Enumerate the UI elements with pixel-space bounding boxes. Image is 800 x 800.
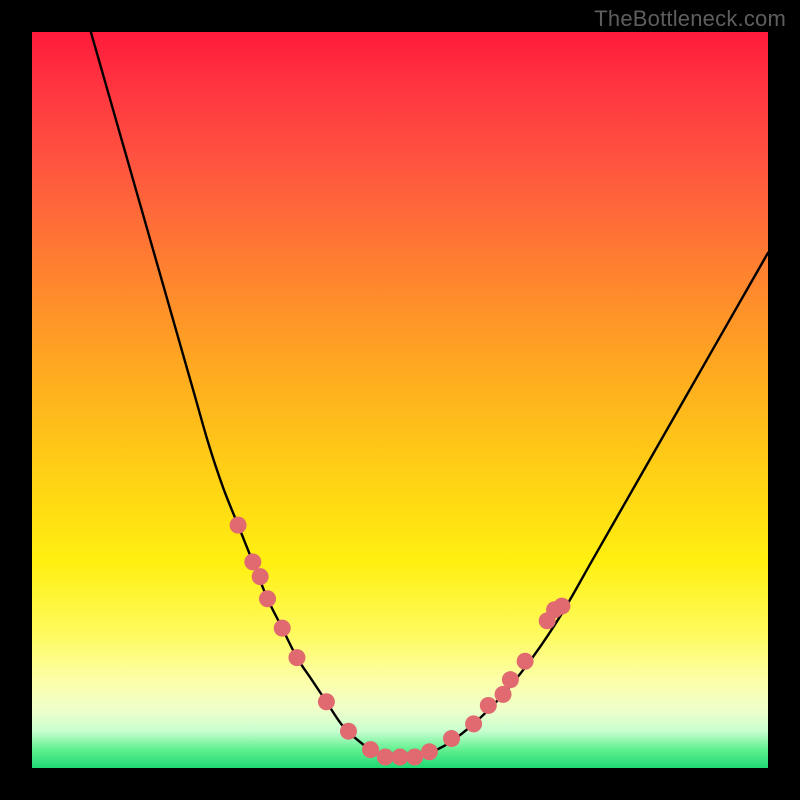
data-marker	[340, 723, 357, 740]
data-marker	[318, 693, 335, 710]
data-marker	[502, 671, 519, 688]
data-marker	[274, 620, 291, 637]
data-marker	[230, 517, 247, 534]
chart-svg	[32, 32, 768, 768]
data-marker	[392, 748, 409, 765]
data-marker	[252, 568, 269, 585]
data-marker	[259, 590, 276, 607]
data-marker	[421, 743, 438, 760]
chart-frame: TheBottleneck.com	[0, 0, 800, 800]
data-marker	[362, 741, 379, 758]
watermark-text: TheBottleneck.com	[594, 6, 786, 32]
data-marker	[443, 730, 460, 747]
data-marker	[406, 748, 423, 765]
bottleneck-curve	[91, 32, 768, 758]
data-marker	[244, 553, 261, 570]
data-marker	[377, 748, 394, 765]
data-marker	[465, 715, 482, 732]
data-marker	[517, 653, 534, 670]
data-marker	[553, 598, 570, 615]
data-marker	[480, 697, 497, 714]
data-markers	[230, 517, 571, 766]
data-marker	[495, 686, 512, 703]
plot-area	[32, 32, 768, 768]
data-marker	[288, 649, 305, 666]
